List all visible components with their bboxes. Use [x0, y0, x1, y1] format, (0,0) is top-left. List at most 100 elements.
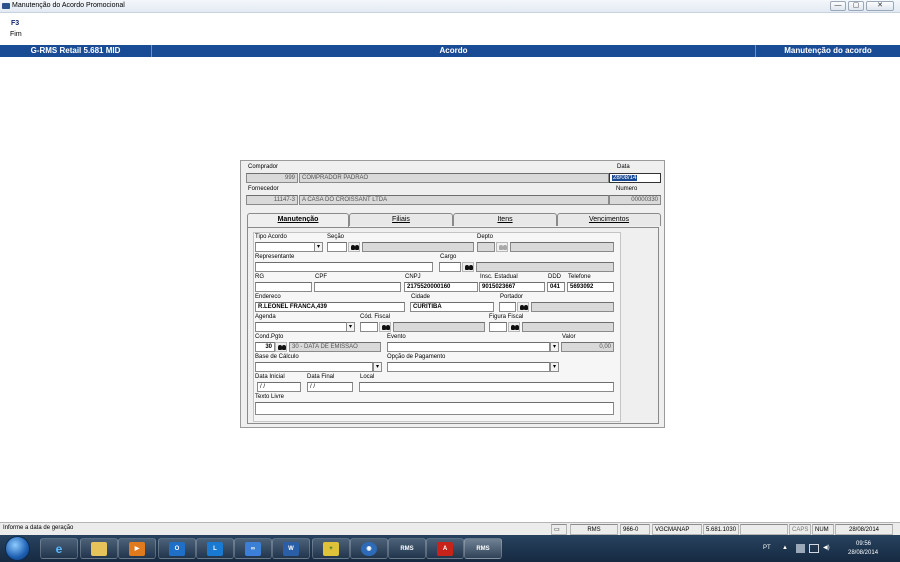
comprador-name-field: COMPRADOR PADRAO — [299, 173, 609, 183]
agenda-select[interactable] — [255, 322, 347, 332]
cond-pgto-code-input[interactable]: 30 — [255, 342, 275, 352]
word-taskbar-icon[interactable]: W — [272, 538, 310, 559]
tab-vencimentos[interactable]: Vencimentos — [557, 213, 661, 226]
data-input[interactable]: 28/08/14 — [609, 173, 661, 183]
portador-search-icon[interactable] — [517, 302, 529, 312]
fim-button[interactable]: Fim — [10, 31, 22, 38]
cod-fiscal-search-icon[interactable] — [379, 322, 391, 332]
minimize-button[interactable]: — — [830, 1, 846, 11]
insc-estadual-input[interactable]: 9015023667 — [479, 282, 545, 292]
secao-label: Seção — [327, 234, 345, 240]
header-bar: G-RMS Retail 5.681 MID Acordo Manutenção… — [0, 45, 900, 57]
f3-key[interactable]: F3 — [11, 20, 19, 27]
network-tray-icon[interactable] — [809, 544, 819, 553]
agenda-dropdown-icon[interactable]: ▾ — [346, 322, 355, 332]
cidade-input[interactable]: CURITIBA — [410, 302, 494, 312]
rg-input[interactable] — [255, 282, 312, 292]
status-num: NUM — [812, 524, 834, 535]
windows-taskbar: e ▶ O L ∞ W + ◉ RMS A RMS PT ▲ ◀) 09:56 … — [0, 535, 900, 562]
tray-expand-icon[interactable]: ▲ — [782, 545, 788, 551]
outlook-taskbar-icon[interactable]: O — [158, 538, 196, 559]
cpf-label: CPF — [315, 274, 327, 280]
evento-dropdown-icon[interactable]: ▾ — [550, 342, 559, 352]
cod-fiscal-input[interactable] — [360, 322, 378, 332]
tab-filiais[interactable]: Filiais — [349, 213, 453, 226]
tab-manutencao[interactable]: Manutenção — [247, 213, 349, 227]
keyboard-icon: ▭ — [551, 524, 567, 535]
window-titlebar: Manutenção do Acordo Promocional — ▢ ✕ — [0, 0, 900, 13]
portador-code-input[interactable] — [499, 302, 516, 312]
tipo-acordo-select[interactable] — [255, 242, 315, 252]
fornecedor-name-field: A CASA DO CROISSANT LTDA — [299, 195, 609, 205]
utility-taskbar-icon[interactable]: + — [312, 538, 350, 559]
tab-itens-label: Itens — [497, 216, 513, 223]
cargo-label: Cargo — [440, 254, 457, 260]
tipo-acordo-label: Tipo Acordo — [255, 234, 287, 240]
telefone-label: Telefone — [568, 274, 591, 280]
cargo-search-icon[interactable] — [462, 262, 474, 272]
texto-livre-label: Texto Livre — [255, 394, 285, 400]
ie-icon: e — [55, 542, 63, 556]
maximize-button[interactable]: ▢ — [848, 1, 864, 11]
opcao-pagamento-dropdown-icon[interactable]: ▾ — [550, 362, 559, 372]
explorer-taskbar-icon[interactable] — [80, 538, 118, 559]
secao-code-input[interactable] — [327, 242, 347, 252]
cnpj-input[interactable]: 2175520000160 — [404, 282, 478, 292]
cond-pgto-search-icon[interactable] — [275, 342, 287, 352]
section-title: Acordo — [152, 45, 756, 57]
opcao-pagamento-select[interactable] — [387, 362, 550, 372]
ddd-input[interactable]: 041 — [547, 282, 565, 292]
infinity-icon: ∞ — [245, 542, 261, 556]
data-inicial-input[interactable]: / / — [257, 382, 301, 392]
local-input[interactable] — [359, 382, 614, 392]
volume-tray-icon[interactable]: ◀) — [823, 544, 830, 551]
clock-time[interactable]: 09:56 — [856, 541, 871, 547]
app-icon — [2, 3, 10, 9]
close-button[interactable]: ✕ — [866, 1, 894, 11]
comprador-code-field: 999 — [246, 173, 298, 183]
status-bar: Informe a data de geração ▭ RMS 966-0 VG… — [0, 522, 900, 535]
depto-search-icon — [496, 242, 508, 252]
endereco-input[interactable]: R.LEONEL FRANCA,439 — [255, 302, 405, 312]
media-taskbar-icon[interactable]: ▶ — [118, 538, 156, 559]
data-label: Data — [617, 164, 630, 170]
agenda-label: Agenda — [255, 314, 276, 320]
app-taskbar-icon[interactable]: ∞ — [234, 538, 272, 559]
cod-fiscal-desc-field — [393, 322, 485, 332]
data-final-input[interactable]: / / — [307, 382, 353, 392]
clock-date[interactable]: 28/08/2014 — [848, 550, 878, 556]
texto-livre-input[interactable] — [255, 402, 614, 415]
depto-code-field — [477, 242, 495, 252]
base-calculo-select[interactable] — [255, 362, 373, 372]
insc-estadual-label: Insc. Estadual — [480, 274, 518, 280]
flag-tray-icon[interactable] — [796, 544, 805, 553]
start-button[interactable] — [5, 536, 30, 561]
figura-fiscal-search-icon[interactable] — [508, 322, 520, 332]
secao-search-icon[interactable] — [348, 242, 360, 252]
status-version: 5.681.1030 — [703, 524, 739, 535]
cpf-input[interactable] — [314, 282, 401, 292]
acrobat-taskbar-icon[interactable]: A — [426, 538, 464, 559]
rms-taskbar-icon-1[interactable]: RMS — [388, 538, 426, 559]
network-taskbar-icon[interactable]: ◉ — [350, 538, 388, 559]
media-player-icon: ▶ — [129, 542, 145, 556]
base-calculo-dropdown-icon[interactable]: ▾ — [373, 362, 382, 372]
cargo-code-input[interactable] — [439, 262, 461, 272]
status-date: 28/08/2014 — [835, 524, 893, 535]
plus-icon: + — [323, 542, 339, 556]
language-indicator[interactable]: PT — [763, 545, 771, 551]
representante-input[interactable] — [255, 262, 433, 272]
rms-taskbar-icon-2[interactable]: RMS — [464, 538, 502, 559]
tab-manutencao-label: Manutenção — [277, 216, 319, 223]
lync-taskbar-icon[interactable]: L — [196, 538, 234, 559]
status-rms: RMS — [570, 524, 618, 535]
telefone-input[interactable]: 5693092 — [567, 282, 614, 292]
outlook-icon: O — [169, 542, 185, 556]
tipo-acordo-dropdown-icon[interactable]: ▾ — [314, 242, 323, 252]
cond-pgto-desc-field: 30 - DATA DE EMISSAO — [289, 342, 381, 352]
figura-fiscal-input[interactable] — [489, 322, 507, 332]
evento-select[interactable] — [387, 342, 550, 352]
ie-taskbar-icon[interactable]: e — [40, 538, 78, 559]
cargo-desc-field — [476, 262, 614, 272]
tab-itens[interactable]: Itens — [453, 213, 557, 226]
